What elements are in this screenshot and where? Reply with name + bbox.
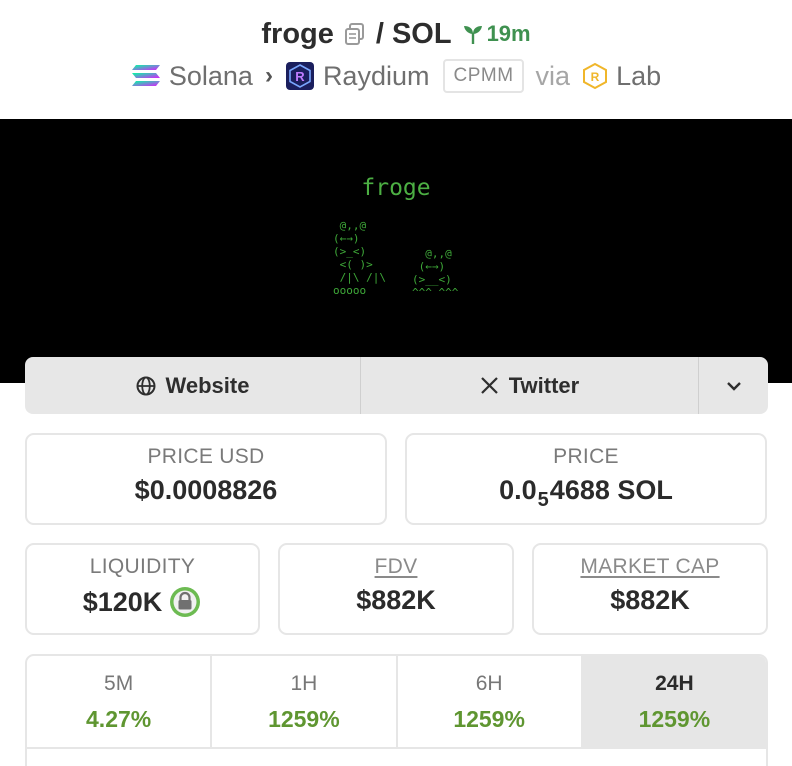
- tab-1h[interactable]: 1H 1259%: [212, 656, 398, 747]
- banner-title: froge: [361, 175, 431, 201]
- price-usd-value: $0.0008826: [134, 475, 278, 505]
- dex-link[interactable]: R Raydium: [285, 60, 430, 92]
- tab-period: 5M: [104, 672, 134, 695]
- tab-change: 1259%: [638, 706, 711, 732]
- price-native-label: PRICE: [553, 445, 619, 468]
- pair-base-symbol: froge: [261, 17, 334, 50]
- twitter-label: Twitter: [508, 372, 580, 398]
- solana-logo-icon: [131, 65, 160, 86]
- pool-type-badge: CPMM: [443, 59, 524, 93]
- price-usd-label: PRICE USD: [147, 445, 265, 468]
- tab-change: 1259%: [453, 706, 525, 732]
- pair-age-badge: 19m: [462, 21, 531, 47]
- price-native-card: PRICE 0.0 5 4688 SOL: [405, 433, 767, 525]
- tab-change: 4.27%: [86, 706, 152, 732]
- stats-panel-continuation: [25, 749, 768, 766]
- via-label: via: [535, 60, 571, 91]
- tab-5m[interactable]: 5M 4.27%: [27, 656, 213, 747]
- market-cap-value: $882K: [610, 585, 690, 615]
- price-prefix: 0.0: [499, 475, 537, 505]
- token-banner-image: froge @,,@ (←→) (>_<) <( )> /|\ /|\ oooo…: [0, 119, 792, 383]
- ascii-frog-right: @,,@ (←→) (>__<) ^^^ ^^^: [412, 247, 459, 299]
- copy-icon[interactable]: [344, 22, 366, 46]
- dex-name: Raydium: [322, 60, 430, 91]
- tab-6h[interactable]: 6H 1259%: [398, 656, 583, 747]
- fdv-label[interactable]: FDV: [280, 555, 512, 579]
- fdv-card: FDV $882K: [278, 543, 514, 635]
- twitter-button[interactable]: Twitter: [361, 357, 699, 414]
- tab-period: 6H: [475, 672, 503, 695]
- liquidity-card: LIQUIDITY $120K: [25, 543, 260, 635]
- chain-name: Solana: [168, 60, 253, 91]
- more-links-button[interactable]: [699, 357, 768, 414]
- chevron-right-icon: ›: [264, 62, 273, 89]
- price-zero-count: 5: [537, 489, 549, 511]
- chain-link[interactable]: Solana: [131, 61, 253, 92]
- ascii-frog-left: @,,@ (←→) (>_<) <( )> /|\ /|\ ooooo: [333, 219, 386, 297]
- svg-text:R: R: [591, 70, 600, 84]
- tab-change: 1259%: [268, 706, 340, 732]
- liquidity-label: LIQUIDITY: [89, 555, 196, 578]
- pair-age: 19m: [486, 21, 531, 46]
- raydium-logo-icon: R: [285, 62, 314, 90]
- pair-title: froge / SOL 19m: [0, 14, 792, 54]
- liquidity-value: $120K: [82, 586, 163, 617]
- launchpad-name: Lab: [616, 60, 662, 91]
- tab-period: 1H: [290, 672, 318, 695]
- market-cap-label[interactable]: MARKET CAP: [534, 555, 766, 579]
- price-suffix: 4688 SOL: [549, 475, 673, 505]
- tab-period: 24H: [655, 672, 694, 695]
- sprout-icon: [463, 26, 482, 44]
- tab-24h[interactable]: 24H 1259%: [582, 656, 766, 747]
- raydium-lab-icon: R: [583, 62, 608, 90]
- pair-quote-symbol: SOL: [391, 17, 452, 50]
- svg-text:R: R: [295, 69, 305, 84]
- market-cap-card: MARKET CAP $882K: [532, 543, 768, 635]
- pair-separator: /: [375, 17, 384, 50]
- chevron-down-icon: [726, 381, 741, 391]
- timeframe-tabs: 5M 4.27% 1H 1259% 6H 1259% 24H 1259%: [25, 654, 768, 749]
- price-native-value: 0.0 5 4688 SOL: [407, 475, 765, 511]
- fdv-value: $882K: [356, 585, 436, 615]
- price-usd-card: PRICE USD $0.0008826: [25, 433, 387, 525]
- social-links-bar: Website Twitter: [25, 357, 768, 414]
- globe-icon: [136, 376, 156, 395]
- launchpad-link[interactable]: R Lab: [582, 61, 661, 92]
- x-logo-icon: [480, 377, 498, 394]
- liquidity-value-row: $120K: [27, 585, 258, 619]
- website-label: Website: [165, 372, 250, 398]
- breadcrumb: Solana › R Raydium CPMM via R Lab: [0, 56, 792, 96]
- website-button[interactable]: Website: [25, 357, 361, 414]
- lock-icon[interactable]: [168, 585, 202, 619]
